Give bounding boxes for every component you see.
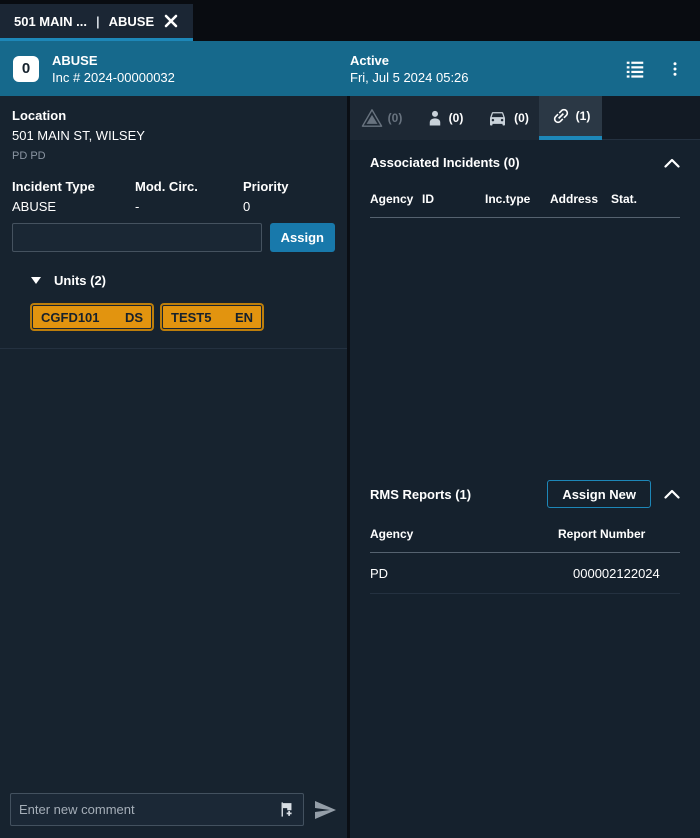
assign-button[interactable]: Assign bbox=[270, 223, 335, 252]
column-header: Report Number bbox=[558, 527, 680, 541]
associations-panel: (0) (0) (0) bbox=[350, 96, 700, 838]
associated-incidents-header: Agency ID Inc.type Address Stat. bbox=[370, 192, 680, 218]
car-icon bbox=[486, 108, 509, 128]
incident-type-value: ABUSE bbox=[12, 199, 135, 214]
location-label: Location bbox=[12, 108, 335, 123]
comment-bar bbox=[0, 785, 347, 838]
caret-down-icon bbox=[31, 277, 41, 285]
link-icon bbox=[551, 106, 571, 126]
tab-hazards[interactable]: (0) bbox=[350, 96, 413, 140]
rms-reports-section: RMS Reports (1) Assign New Agency Report… bbox=[350, 470, 700, 594]
tab-count: (1) bbox=[576, 109, 591, 123]
warning-triangle-icon bbox=[361, 108, 383, 128]
tab-associations[interactable]: (1) bbox=[539, 96, 602, 140]
unit-chips-row: CGFD101 DS TEST5 EN bbox=[0, 305, 347, 329]
incident-datetime: Fri, Jul 5 2024 05:26 bbox=[350, 70, 624, 85]
incident-type-label: Incident Type bbox=[12, 179, 135, 194]
units-group-header[interactable]: Units (2) bbox=[0, 273, 347, 288]
rms-report-number: 000002122024 bbox=[558, 566, 680, 581]
mod-circ-value: - bbox=[135, 199, 243, 214]
assign-unit-input[interactable] bbox=[12, 223, 262, 252]
rms-report-agency: PD bbox=[370, 566, 558, 581]
unit-chip[interactable]: TEST5 EN bbox=[162, 305, 262, 329]
column-header: Agency bbox=[370, 527, 558, 541]
location-address: 501 MAIN ST, WILSEY bbox=[12, 128, 335, 143]
assign-new-button[interactable]: Assign New bbox=[547, 480, 651, 508]
send-icon[interactable] bbox=[313, 798, 337, 822]
rms-report-row[interactable]: PD 000002122024 bbox=[370, 553, 680, 594]
column-header: Stat. bbox=[611, 192, 680, 206]
tab-count: (0) bbox=[514, 111, 529, 125]
associated-incidents-title: Associated Incidents (0) bbox=[370, 155, 520, 170]
mod-circ-label: Mod. Circ. bbox=[135, 179, 243, 194]
priority-badge: 0 bbox=[13, 56, 39, 82]
column-header: ID bbox=[422, 192, 485, 206]
person-icon bbox=[426, 108, 444, 128]
column-header: Inc.type bbox=[485, 192, 550, 206]
location-block: Location 501 MAIN ST, WILSEY PD PD bbox=[0, 96, 347, 162]
chevron-up-icon[interactable] bbox=[664, 158, 680, 168]
main-content: Location 501 MAIN ST, WILSEY PD PD Incid… bbox=[0, 96, 700, 838]
incident-status: Active bbox=[350, 53, 624, 68]
association-tabstrip: (0) (0) (0) bbox=[350, 96, 700, 140]
incident-window-tab[interactable]: 501 MAIN ... | ABUSE bbox=[0, 4, 193, 41]
rms-reports-header: Agency Report Number bbox=[370, 527, 680, 553]
associated-incidents-section: Associated Incidents (0) Agency ID Inc.t… bbox=[350, 140, 700, 470]
window-tab-title: 501 MAIN ... bbox=[14, 14, 87, 29]
incident-header-right: Active Fri, Jul 5 2024 05:26 bbox=[350, 53, 700, 85]
unit-id: TEST5 bbox=[171, 310, 211, 325]
flag-plus-icon[interactable] bbox=[278, 801, 295, 818]
unit-chip[interactable]: CGFD101 DS bbox=[32, 305, 152, 329]
incident-detail-panel: Location 501 MAIN ST, WILSEY PD PD Incid… bbox=[0, 96, 350, 838]
location-agency: PD PD bbox=[12, 150, 335, 162]
rms-reports-title: RMS Reports (1) bbox=[370, 487, 471, 502]
window-tab-separator: | bbox=[96, 14, 100, 29]
left-panel-empty-area bbox=[0, 349, 347, 785]
associated-incidents-empty bbox=[370, 218, 680, 470]
chevron-up-icon[interactable] bbox=[664, 489, 680, 499]
priority-label: Priority bbox=[243, 179, 335, 194]
priority-value: 0 bbox=[243, 199, 335, 214]
tab-persons[interactable]: (0) bbox=[413, 96, 476, 140]
close-icon[interactable] bbox=[163, 13, 179, 29]
tab-count: (0) bbox=[449, 111, 464, 125]
unit-status: DS bbox=[125, 310, 143, 325]
units-group-label: Units (2) bbox=[54, 273, 106, 288]
tab-count: (0) bbox=[388, 111, 403, 125]
incident-header-left: 0 ABUSE Inc # 2024-00000032 bbox=[0, 53, 350, 85]
window-tab-name: ABUSE bbox=[109, 14, 155, 29]
column-header: Agency bbox=[370, 192, 422, 206]
unit-id: CGFD101 bbox=[41, 310, 100, 325]
tab-vehicles[interactable]: (0) bbox=[476, 96, 539, 140]
list-icon[interactable] bbox=[624, 58, 646, 80]
unit-status: EN bbox=[235, 310, 253, 325]
incident-number: Inc # 2024-00000032 bbox=[52, 70, 175, 85]
kebab-menu-icon[interactable] bbox=[666, 59, 684, 79]
column-header: Address bbox=[550, 192, 611, 206]
window-tab-bar: 501 MAIN ... | ABUSE bbox=[0, 0, 700, 41]
assign-unit-row: Assign bbox=[0, 223, 347, 252]
comment-input[interactable] bbox=[19, 802, 278, 817]
comment-input-box bbox=[10, 793, 304, 826]
incident-details-row: Incident Type ABUSE Mod. Circ. - Priorit… bbox=[0, 179, 347, 214]
incident-type-title: ABUSE bbox=[52, 53, 175, 68]
incident-header: 0 ABUSE Inc # 2024-00000032 Active Fri, … bbox=[0, 41, 700, 96]
